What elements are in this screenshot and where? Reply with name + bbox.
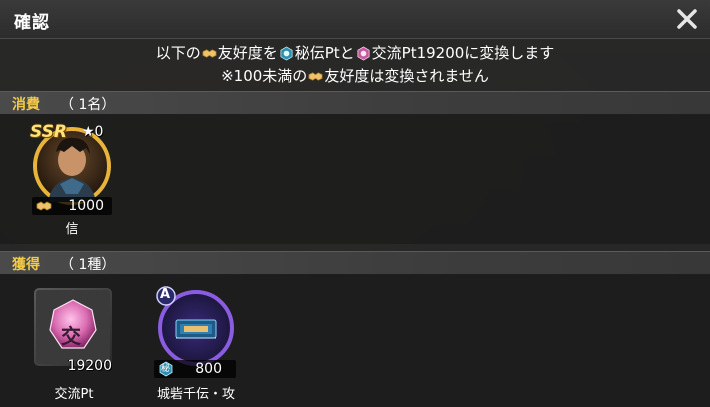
obtain-section-header: 獲得 （ 1種） [0,251,710,275]
dialog-title: 確認 [14,13,50,33]
message-text: 以下の [155,44,201,62]
secret-point-icon [280,46,293,61]
item-name: 交流Pt [54,387,94,402]
confirm-message: 以下の 友好度を 秘伝Ptと 交流Pt19200に変換します ※100未満の 友好度は変… [0,42,710,88]
consume-count: （ 1名） [60,97,116,113]
confirm-dialog: 確認 以下の 友好度を 秘伝Ptと 交流Pt19200に変換します ※100未満の 友好… [0,0,710,407]
consume-item-card[interactable]: SSR ★0 1000 信 [26,118,118,238]
item-name: 信 [65,222,79,237]
rarity-badge: SSR [30,122,67,142]
obtain-section-body: 交 19200 交流Pt A 秘 800 城砦千伝・攻 [0,274,710,407]
obtain-item-card[interactable]: 交 19200 交流Pt [28,284,120,404]
dialog-titlebar: 確認 [0,0,710,39]
handshake-icon [202,49,217,58]
consume-section-body: SSR ★0 1000 信 [0,114,710,244]
message-text: 交流Pt19200に変換します [371,44,555,62]
message-text: 友好度を [217,44,278,62]
close-icon [677,9,697,29]
close-button[interactable] [672,4,702,34]
obtain-item-card[interactable]: A 秘 800 城砦千伝・攻 [150,284,242,404]
quantity-value: 800 [195,361,222,377]
consume-section-header: 消費 （ 1名） [0,91,710,115]
gem-glyph: 交 [61,324,81,348]
message-line-1: 以下の 友好度を 秘伝Ptと 交流Pt19200に変換します [0,42,710,65]
handshake-icon [36,201,52,211]
handshake-icon [308,72,323,81]
rank-badge: A [160,287,171,302]
quantity-value: 1000 [68,198,104,214]
quantity-bar: 秘 800 [154,360,236,378]
exchange-point-icon [357,46,370,61]
star-level: ★0 [82,124,104,140]
message-text: ※100未満の [221,67,308,85]
obtain-count: （ 1種） [60,257,116,273]
quantity-bar: 1000 [32,197,112,215]
obtain-label: 獲得 [12,257,40,273]
qty-icon-glyph: 秘 [161,364,171,374]
item-name: 城砦千伝・攻 [156,387,235,402]
quantity-value: 19200 [67,358,112,374]
message-text: 秘伝Ptと [294,44,355,62]
consume-label: 消費 [12,97,40,113]
message-line-2: ※100未満の 友好度は変換されません [0,65,710,88]
message-text: 友好度は変換されません [324,67,489,85]
